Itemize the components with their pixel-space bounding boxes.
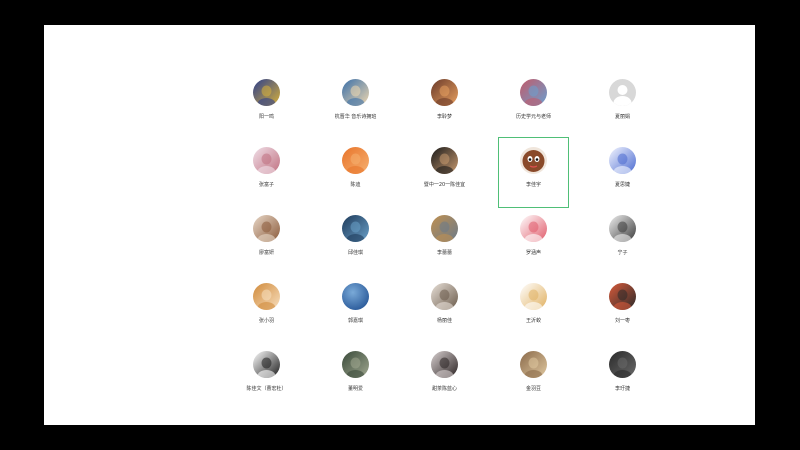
contact-item[interactable]: 夏丽娟 — [578, 79, 667, 147]
contact-item[interactable]: 李玗捷 — [578, 351, 667, 419]
default-avatar — [609, 79, 636, 106]
contact-item[interactable]: 阳一鸣 — [222, 79, 311, 147]
contact-item[interactable]: 李蕾蕾 — [400, 215, 489, 283]
portrait-avatar — [431, 147, 458, 174]
street-avatar — [431, 215, 458, 242]
illustration-avatar — [431, 79, 458, 106]
contact-item[interactable]: 张富子 — [222, 147, 311, 215]
contact-name: 暨中一20一陈佳宜 — [423, 182, 466, 188]
blue-avatar — [342, 215, 369, 242]
contact-item[interactable]: 杨丽佳 — [400, 283, 489, 351]
bw-avatar — [609, 215, 636, 242]
contact-item[interactable]: 陈迪 — [311, 147, 400, 215]
ink-avatar — [253, 351, 280, 378]
contact-item[interactable]: 李聆梦 — [400, 79, 489, 147]
contact-item[interactable]: 甜茶陈蓝心 — [400, 351, 489, 419]
contact-grid: 阳一鸣 杭晋华 音乐诗拥班 李聆梦 历史学元与老师 夏丽娟 张富子 陈迪 暨中一… — [222, 79, 667, 419]
contact-name: 李玗捷 — [614, 386, 630, 392]
contact-item[interactable]: 董明爱 — [311, 351, 400, 419]
cafe-avatar — [520, 351, 547, 378]
contact-item[interactable]: 陈佳文（曹宏杜） — [222, 351, 311, 419]
face-avatar — [520, 147, 547, 174]
contact-item[interactable]: 张小羽 — [222, 283, 311, 351]
contact-name: 陈迪 — [350, 182, 361, 188]
cartoon-avatar — [342, 79, 369, 106]
contact-item[interactable]: 宁子 — [578, 215, 667, 283]
contact-name: 阳一鸣 — [258, 114, 274, 120]
contact-name: 廖富妍 — [258, 250, 274, 256]
anime-avatar — [431, 283, 458, 310]
contact-name: 甜茶陈蓝心 — [431, 386, 457, 392]
contact-name: 郭嘉琪 — [347, 318, 363, 324]
dark-avatar — [609, 351, 636, 378]
contact-item[interactable]: 夏思婕 — [578, 147, 667, 215]
photo-avatar — [520, 79, 547, 106]
contact-name: 董明爱 — [347, 386, 363, 392]
pet-avatar — [253, 215, 280, 242]
contact-item[interactable]: 王沂蛟 — [489, 283, 578, 351]
girl-avatar — [431, 351, 458, 378]
contact-name: 夏思婕 — [614, 182, 630, 188]
contact-name: 杨丽佳 — [436, 318, 452, 324]
contact-name: 刘一枣 — [614, 318, 630, 324]
contact-name: 李聆梦 — [436, 114, 452, 120]
contact-name: 夏丽娟 — [614, 114, 630, 120]
orange-avatar — [342, 147, 369, 174]
contact-item[interactable]: 廖富妍 — [222, 215, 311, 283]
contact-name: 金羽豆 — [525, 386, 541, 392]
contact-name: 王沂蛟 — [525, 318, 541, 324]
contact-picker-panel: 阳一鸣 杭晋华 音乐诗拥班 李聆梦 历史学元与老师 夏丽娟 张富子 陈迪 暨中一… — [44, 25, 755, 425]
contact-item[interactable]: 杭晋华 音乐诗拥班 — [311, 79, 400, 147]
contact-name: 杭晋华 音乐诗拥班 — [334, 114, 377, 120]
pig-avatar — [520, 215, 547, 242]
sphere-avatar — [342, 283, 369, 310]
contact-name: 历史学元与老师 — [515, 114, 551, 120]
contact-name: 邱佳琪 — [347, 250, 363, 256]
contact-item[interactable]: 金羽豆 — [489, 351, 578, 419]
pattern-avatar — [609, 147, 636, 174]
contact-name: 张小羽 — [258, 318, 274, 324]
doodle-avatar — [520, 283, 547, 310]
gradient-avatar — [253, 79, 280, 106]
contact-name: 李佳宇 — [525, 182, 541, 188]
contact-item[interactable]: 罗涵声 — [489, 215, 578, 283]
contact-name: 李蕾蕾 — [436, 250, 452, 256]
contact-item[interactable]: 暨中一20一陈佳宜 — [400, 147, 489, 215]
contact-name: 罗涵声 — [525, 250, 541, 256]
contact-item[interactable]: 刘一枣 — [578, 283, 667, 351]
contact-name: 陈佳文（曹宏杜） — [246, 386, 287, 392]
sketch-avatar — [253, 147, 280, 174]
glasses-avatar — [609, 283, 636, 310]
contact-name: 宁子 — [617, 250, 628, 256]
dog-avatar — [253, 283, 280, 310]
contact-item[interactable]: 郭嘉琪 — [311, 283, 400, 351]
contact-item[interactable]: 邱佳琪 — [311, 215, 400, 283]
room-avatar — [342, 351, 369, 378]
contact-name: 张富子 — [258, 182, 274, 188]
contact-item[interactable]: 李佳宇 — [489, 137, 578, 215]
